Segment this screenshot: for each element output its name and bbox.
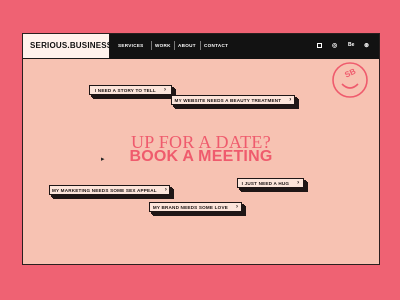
instagram-icon[interactable]: ◎ bbox=[332, 42, 337, 49]
chevron-right-icon: › bbox=[297, 180, 300, 186]
smiley-logo-icon[interactable]: SB bbox=[330, 60, 370, 100]
nav-link-contact[interactable]: CONTACT bbox=[204, 43, 228, 48]
chevron-right-icon: › bbox=[289, 97, 292, 103]
nav-link-work[interactable]: WORK bbox=[155, 43, 171, 48]
behance-icon[interactable]: Be bbox=[348, 42, 354, 48]
nav-divider bbox=[200, 41, 201, 50]
story-button[interactable]: I NEED A STORY TO TELL › bbox=[89, 85, 172, 95]
button-label: I JUST NEED A HUG bbox=[241, 180, 290, 186]
chevron-right-icon: › bbox=[235, 204, 239, 210]
nav-link-about[interactable]: ABOUT bbox=[178, 43, 196, 48]
nav-menu: SERVICES WORK ABOUT CONTACT ◎ Be ⊛ bbox=[110, 34, 379, 59]
brand-logo[interactable]: SERIOUS.BUSINESS® bbox=[23, 34, 116, 59]
marketing-button[interactable]: MY MARKETING NEEDS SOME SEX APPEAL › bbox=[49, 185, 170, 195]
hug-button[interactable]: I JUST NEED A HUG › bbox=[237, 178, 304, 188]
brand-name: SERIOUS.BUSINESS® bbox=[30, 41, 116, 50]
chevron-right-icon: › bbox=[163, 87, 167, 93]
nav-link-services[interactable]: SERVICES bbox=[118, 43, 144, 48]
nav-divider bbox=[174, 41, 175, 50]
facebook-icon[interactable] bbox=[317, 43, 322, 48]
nav-divider bbox=[151, 41, 152, 50]
website-button[interactable]: MY WEBSITE NEEDS A BEAUTY TREATMENT › bbox=[171, 95, 295, 105]
chevron-right-icon: › bbox=[164, 187, 168, 193]
top-navigation-bar: SERIOUS.BUSINESS® SERVICES WORK ABOUT CO… bbox=[23, 34, 379, 59]
button-label: MY BRAND NEEDS SOME LOVE bbox=[152, 204, 228, 210]
mouse-cursor-icon: ▸ bbox=[101, 156, 105, 163]
headline-cta[interactable]: BOOK A MEETING bbox=[23, 148, 379, 165]
button-label: I NEED A STORY TO TELL bbox=[94, 87, 156, 93]
button-label: MY WEBSITE NEEDS A BEAUTY TREATMENT bbox=[174, 97, 282, 103]
browser-window: SERIOUS.BUSINESS® SERVICES WORK ABOUT CO… bbox=[22, 33, 380, 265]
badge-monogram: SB bbox=[343, 67, 357, 80]
brand-love-button[interactable]: MY BRAND NEEDS SOME LOVE › bbox=[149, 202, 242, 212]
button-label: MY MARKETING NEEDS SOME SEX APPEAL bbox=[51, 187, 157, 193]
dribbble-icon[interactable]: ⊛ bbox=[364, 42, 369, 49]
